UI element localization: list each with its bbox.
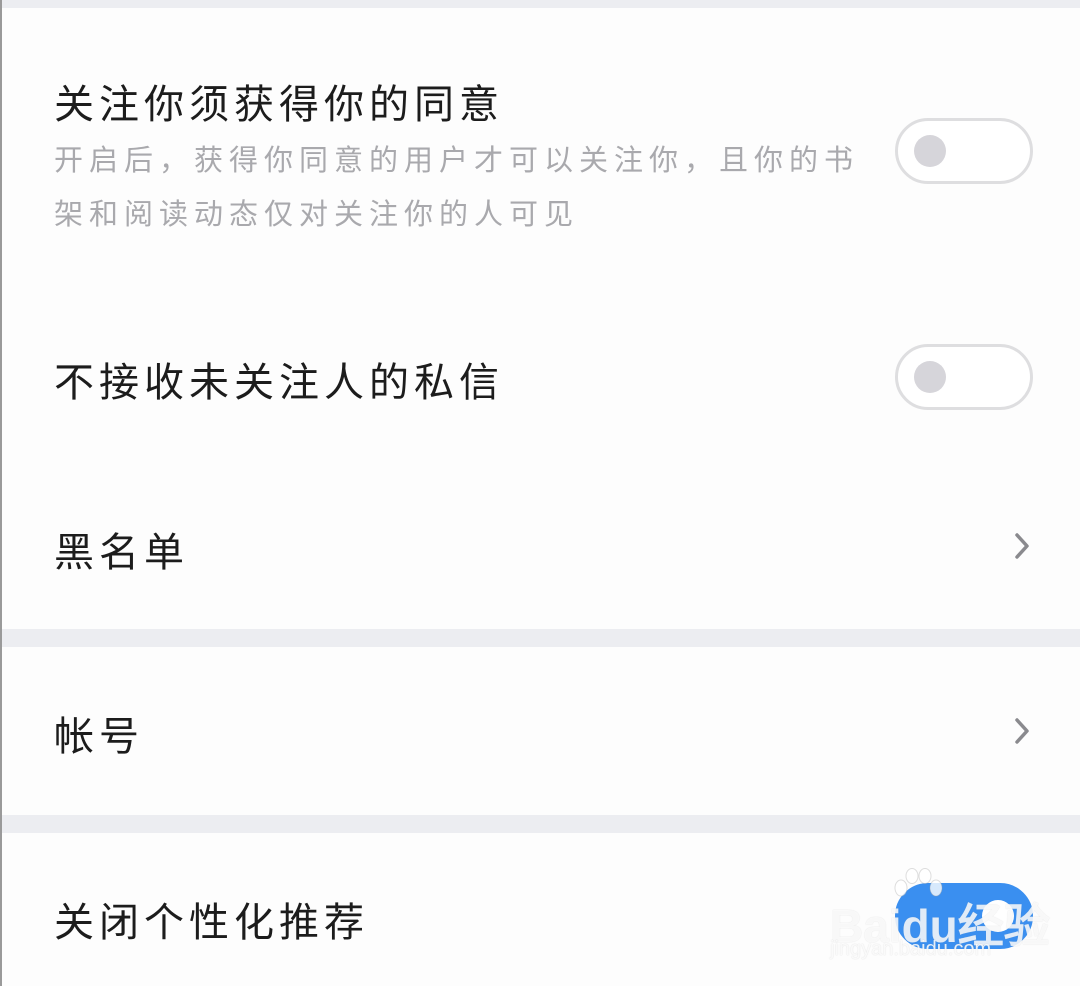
no-stranger-messages-toggle[interactable] [895, 344, 1033, 410]
follow-consent-row[interactable]: 关注你须获得你的同意 开启后，获得你同意的用户才可以关注你，且你的书架和阅读动态… [2, 8, 1080, 270]
toggle-knob [982, 900, 1014, 932]
blacklist-title: 黑名单 [54, 530, 189, 576]
follow-consent-toggle[interactable] [895, 118, 1033, 184]
chevron-right-icon [1012, 531, 1032, 561]
toggle-knob [914, 361, 946, 393]
account-row[interactable]: 帐号 [2, 647, 1080, 815]
privacy-section: 关注你须获得你的同意 开启后，获得你同意的用户才可以关注你，且你的书架和阅读动态… [2, 8, 1080, 629]
no-stranger-messages-title: 不接收未关注人的私信 [54, 360, 504, 406]
toggle-knob [914, 135, 946, 167]
follow-consent-description: 开启后，获得你同意的用户才可以关注你，且你的书架和阅读动态仅对关注你的人可见 [54, 143, 860, 231]
recommendation-toggle[interactable] [895, 883, 1033, 949]
recommendation-row[interactable]: 关闭个性化推荐 [2, 833, 1080, 986]
follow-consent-title: 关注你须获得你的同意 [54, 82, 504, 128]
no-stranger-messages-row[interactable]: 不接收未关注人的私信 [2, 270, 1080, 470]
account-title: 帐号 [54, 714, 144, 760]
recommendation-section: 关闭个性化推荐 [2, 833, 1080, 986]
chevron-right-icon [1012, 716, 1032, 746]
recommendation-title: 关闭个性化推荐 [54, 900, 369, 946]
account-section: 帐号 [2, 647, 1080, 815]
blacklist-row[interactable]: 黑名单 [2, 470, 1080, 629]
